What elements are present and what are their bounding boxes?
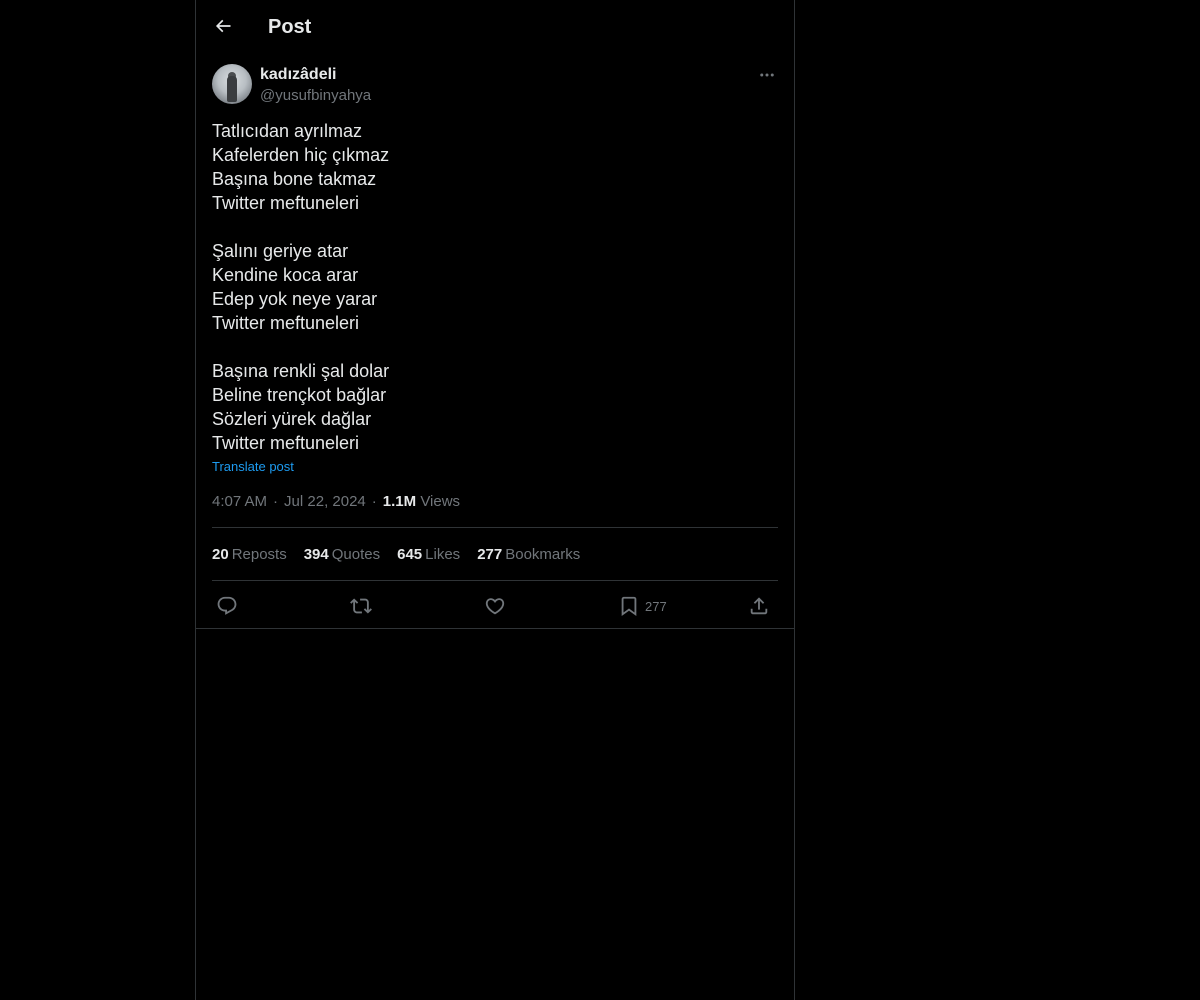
post-line: Başına bone takmaz — [212, 169, 377, 189]
divider — [212, 580, 778, 581]
post-meta: 4:07 AM · Jul 22, 2024 · 1.1M Views — [212, 493, 461, 510]
views-count: 1.1M — [382, 493, 417, 510]
post-line: Başına renkli şal dolar — [212, 361, 390, 381]
bookmark-icon — [621, 596, 637, 617]
post-line: Beline trençkot bağlar — [212, 385, 387, 405]
share-button[interactable] — [748, 593, 770, 619]
post-date[interactable]: Jul 22, 2024 — [284, 493, 366, 510]
more-horizontal-icon — [760, 73, 774, 77]
author-handle[interactable]: @yusufbinyahya — [260, 86, 371, 106]
heart-icon — [485, 598, 505, 615]
views-label: Views — [420, 493, 461, 510]
post-line: Kafelerden hiç çıkmaz — [212, 145, 390, 165]
more-options-button[interactable] — [756, 64, 778, 86]
post-line: Edep yok neye yarar — [212, 289, 378, 309]
repost-button[interactable] — [350, 593, 372, 619]
post-line: Sözleri yürek dağlar — [212, 409, 372, 429]
reposts-stat[interactable]: 20 Reposts — [212, 545, 287, 565]
back-button[interactable] — [208, 11, 238, 41]
post-line: Twitter meftuneleri — [212, 433, 360, 453]
reply-button[interactable] — [216, 593, 238, 619]
bookmark-button[interactable]: 277 — [618, 593, 667, 619]
reply-icon — [217, 596, 237, 615]
post-header: Post — [196, 0, 794, 53]
post-line: Twitter meftuneleri — [212, 193, 360, 213]
bookmarks-stat[interactable]: 277 Bookmarks — [477, 545, 580, 565]
repost-icon — [350, 598, 372, 614]
translate-post-link[interactable]: Translate post — [212, 458, 294, 476]
arrow-left-icon — [215, 19, 231, 33]
avatar[interactable] — [212, 64, 252, 104]
author-row: kadızâdeli @yusufbinyahya — [212, 64, 778, 106]
likes-stat[interactable]: 645 Likes — [397, 545, 460, 565]
quotes-stat[interactable]: 394 Quotes — [304, 545, 380, 565]
post-line: Kendine koca arar — [212, 265, 359, 285]
post-line: Twitter meftuneleri — [212, 313, 360, 333]
post-time[interactable]: 4:07 AM — [212, 493, 267, 510]
like-button[interactable] — [484, 593, 506, 619]
post-column: Post kadızâdeli @yusufbinyahya Tatlıcıda… — [195, 0, 795, 1000]
engagement-stats: 20 Reposts 394 Quotes 645 Likes 277 Bookmarks — [212, 545, 597, 565]
bookmark-count: 277 — [645, 599, 667, 614]
divider — [212, 527, 778, 528]
author-display-name[interactable]: kadızâdeli — [260, 65, 336, 85]
post-bottom-border — [196, 628, 794, 629]
action-bar: 277 — [212, 591, 778, 621]
post-line: Tatlıcıdan ayrılmaz — [212, 121, 363, 141]
post-line — [212, 215, 778, 239]
post-line — [212, 335, 778, 359]
share-icon — [750, 597, 768, 615]
post-text: Tatlıcıdan ayrılmaz Kafelerden hiç çıkma… — [212, 119, 778, 455]
page-title: Post — [268, 16, 312, 38]
post-line: Şalını geriye atar — [212, 241, 349, 261]
